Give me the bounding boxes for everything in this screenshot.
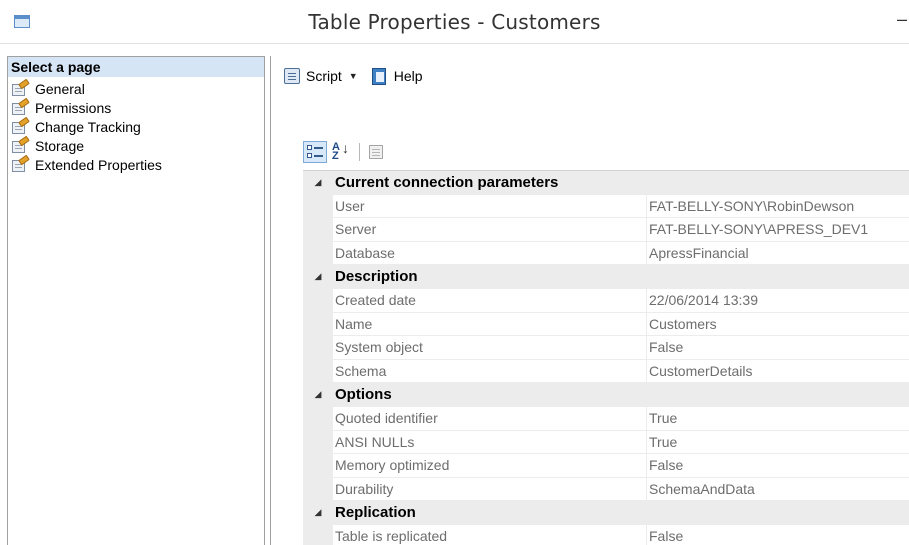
- property-name: Memory optimized: [333, 454, 647, 477]
- property-row[interactable]: Database ApressFinancial: [303, 241, 909, 266]
- page-item-label: Storage: [35, 137, 85, 154]
- minimize-button[interactable]: –: [895, 8, 907, 30]
- properties-page-icon: [12, 154, 30, 172]
- sort-az-icon: A Z ↓: [332, 140, 349, 162]
- properties-page-icon: [12, 78, 30, 96]
- row-gutter: [303, 524, 333, 545]
- script-icon: [283, 66, 303, 86]
- page-item-extended-properties[interactable]: Extended Properties: [8, 154, 264, 174]
- property-name: Server: [333, 218, 647, 241]
- property-value[interactable]: ApressFinancial: [647, 242, 909, 265]
- property-name: System object: [333, 336, 647, 359]
- collapse-triangle-icon[interactable]: ◢: [303, 501, 333, 524]
- page-item-general[interactable]: General: [8, 78, 264, 98]
- page-list: General Permissions Change Tracking Storage…: [8, 78, 264, 174]
- row-gutter: [303, 288, 333, 312]
- property-row[interactable]: Quoted identifier True: [303, 406, 909, 431]
- row-gutter: [303, 406, 333, 430]
- collapse-triangle-icon[interactable]: ◢: [303, 265, 333, 288]
- row-gutter: [303, 218, 333, 241]
- category-label: Options: [335, 386, 392, 404]
- page-item-storage[interactable]: Storage: [8, 135, 264, 155]
- property-value[interactable]: Customers: [647, 313, 909, 336]
- property-value[interactable]: FAT-BELLY-SONY\APRESS_DEV1: [647, 218, 909, 241]
- categorized-button[interactable]: [303, 141, 327, 163]
- category-label: Current connection parameters: [335, 173, 559, 191]
- property-name: Database: [333, 241, 647, 265]
- property-value[interactable]: False: [647, 336, 909, 359]
- collapse-triangle-icon[interactable]: ◢: [303, 383, 333, 406]
- property-row[interactable]: Created date 22/06/2014 13:39: [303, 288, 909, 313]
- page-item-change-tracking[interactable]: Change Tracking: [8, 116, 264, 136]
- property-value[interactable]: SchemaAndData: [647, 478, 909, 501]
- chevron-down-icon[interactable]: ▼: [349, 71, 358, 81]
- property-name: Schema: [333, 359, 647, 383]
- row-gutter: [303, 430, 333, 454]
- category-row[interactable]: ◢ Current connection parameters: [303, 171, 909, 195]
- page-item-label: Extended Properties: [35, 156, 162, 173]
- property-name: Created date: [333, 288, 647, 312]
- help-label: Help: [393, 68, 423, 84]
- help-icon: [370, 66, 390, 86]
- property-row[interactable]: User FAT-BELLY-SONY\RobinDewson: [303, 194, 909, 219]
- property-pages-button[interactable]: [364, 141, 388, 163]
- property-row[interactable]: Table is replicated False: [303, 524, 909, 545]
- row-gutter: [303, 241, 333, 265]
- property-value[interactable]: True: [647, 431, 909, 454]
- property-name: User: [333, 194, 647, 218]
- property-row[interactable]: ANSI NULLs True: [303, 430, 909, 455]
- page-item-label: Change Tracking: [35, 118, 141, 135]
- property-name: Quoted identifier: [333, 406, 647, 430]
- property-value[interactable]: 22/06/2014 13:39: [647, 289, 909, 312]
- properties-pane: Script ▼ Help A Z ↓ ◢ Current connection pa…: [270, 56, 909, 545]
- toolbar: Script ▼ Help: [271, 56, 909, 96]
- property-value[interactable]: True: [647, 407, 909, 430]
- property-pages-icon: [369, 145, 383, 159]
- category-label: Replication: [335, 504, 416, 522]
- category-label: Description: [335, 268, 418, 286]
- property-grid: ◢ Current connection parameters User FAT-BE…: [303, 170, 909, 545]
- property-grid-toolbar: A Z ↓: [303, 139, 390, 165]
- property-value[interactable]: CustomerDetails: [647, 360, 909, 383]
- help-button[interactable]: Help: [370, 66, 423, 86]
- category-row[interactable]: ◢ Description: [303, 265, 909, 289]
- category-row[interactable]: ◢ Replication: [303, 501, 909, 525]
- page-item-label: General: [35, 80, 85, 97]
- property-name: Table is replicated: [333, 524, 647, 545]
- property-value[interactable]: False: [647, 525, 909, 545]
- property-value[interactable]: FAT-BELLY-SONY\RobinDewson: [647, 195, 909, 218]
- property-name: Name: [333, 312, 647, 336]
- collapse-triangle-icon[interactable]: ◢: [303, 171, 333, 194]
- select-page-pane: Select a page General Permissions Change T…: [7, 56, 265, 545]
- row-gutter: [303, 312, 333, 336]
- property-name: Durability: [333, 477, 647, 501]
- property-row[interactable]: Memory optimized False: [303, 454, 909, 478]
- row-gutter: [303, 194, 333, 218]
- property-value[interactable]: False: [647, 454, 909, 477]
- properties-page-icon: [12, 135, 30, 153]
- title-bar: Table Properties - Customers –: [0, 0, 909, 44]
- window-title: Table Properties - Customers: [308, 10, 601, 34]
- property-row[interactable]: Name Customers: [303, 312, 909, 337]
- script-label: Script: [306, 68, 342, 84]
- row-gutter: [303, 359, 333, 383]
- property-row[interactable]: Schema CustomerDetails: [303, 359, 909, 384]
- properties-page-icon: [12, 97, 30, 115]
- toolbar-separator: [359, 143, 360, 161]
- category-row[interactable]: ◢ Options: [303, 383, 909, 407]
- row-gutter: [303, 477, 333, 501]
- property-row[interactable]: System object False: [303, 336, 909, 360]
- script-button[interactable]: Script ▼: [283, 66, 360, 86]
- select-page-header: Select a page: [8, 57, 264, 77]
- property-name: ANSI NULLs: [333, 430, 647, 454]
- alphabetical-button[interactable]: A Z ↓: [329, 141, 353, 163]
- properties-page-icon: [12, 116, 30, 134]
- row-gutter: [303, 336, 333, 359]
- property-row[interactable]: Server FAT-BELLY-SONY\APRESS_DEV1: [303, 218, 909, 242]
- categorized-icon: [307, 144, 323, 160]
- page-item-label: Permissions: [35, 99, 112, 116]
- page-item-permissions[interactable]: Permissions: [8, 97, 264, 117]
- row-gutter: [303, 454, 333, 477]
- property-row[interactable]: Durability SchemaAndData: [303, 477, 909, 502]
